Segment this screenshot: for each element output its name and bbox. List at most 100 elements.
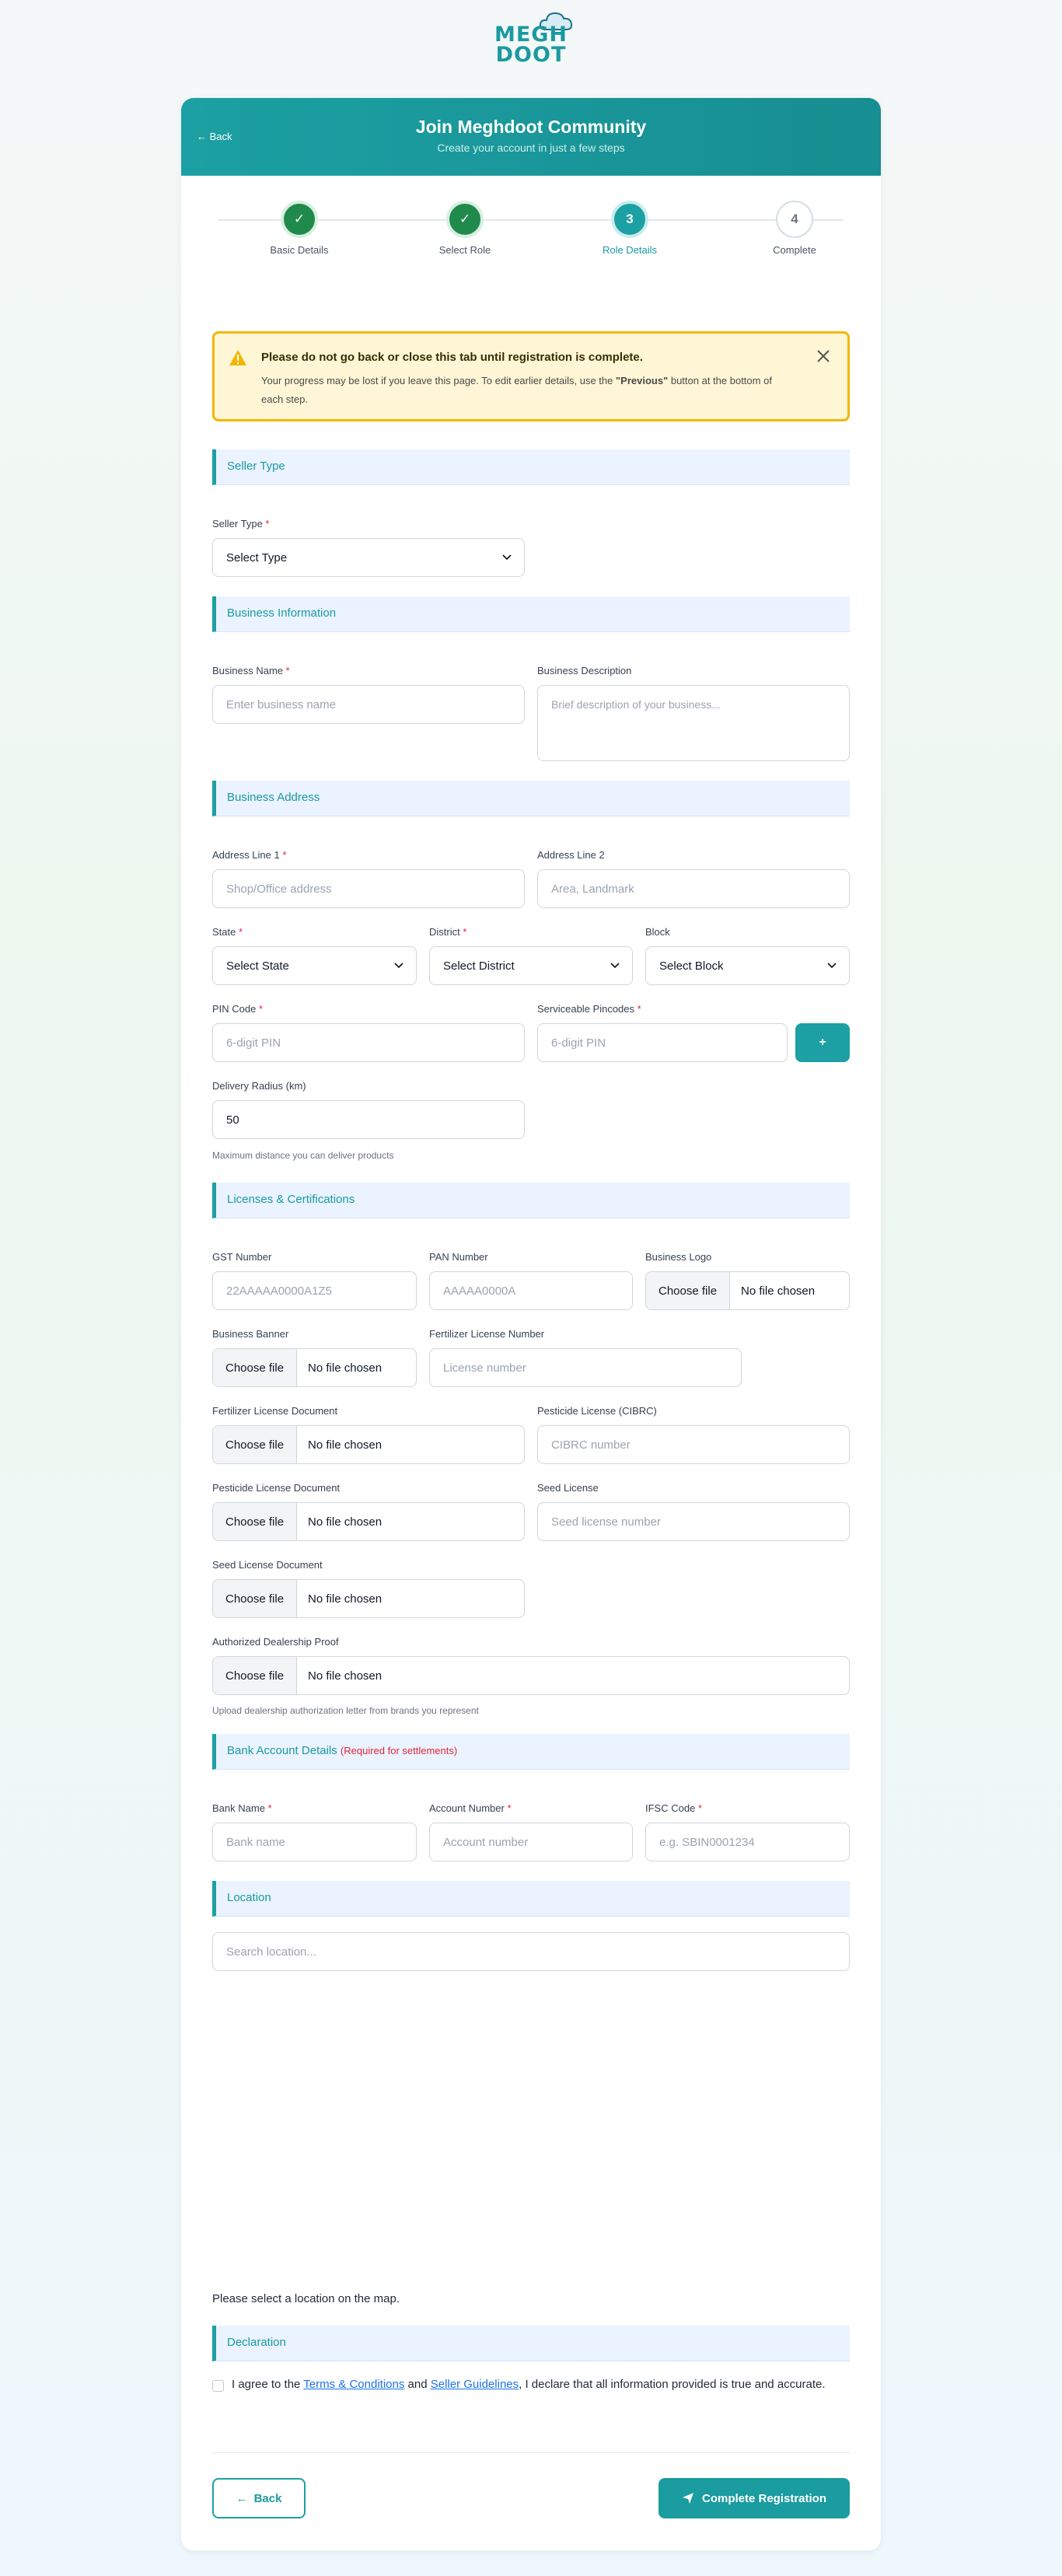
delivery-radius-hint: Maximum distance you can deliver product… [212, 1150, 394, 1161]
add-pincode-button[interactable]: + [795, 1023, 850, 1062]
gst-input[interactable]: 22AAAAA0000A1Z5 [212, 1271, 417, 1310]
step-label: Complete [773, 244, 816, 256]
chevron-down-icon [827, 963, 837, 969]
fertilizer-document-label: Fertilizer License Document [212, 1405, 338, 1417]
serviceable-pincodes-label: Serviceable Pincodes * [537, 1003, 641, 1015]
seller-type-select[interactable]: Select Type [212, 538, 525, 577]
section-title: Seller Type [227, 460, 285, 473]
business-description-textarea[interactable]: Brief description of your business... [537, 685, 850, 761]
complete-registration-button[interactable]: Complete Registration [659, 2478, 850, 2518]
fertilizer-document-file-input[interactable]: Choose file No file chosen [212, 1425, 525, 1464]
business-description-label: Business Description [537, 665, 632, 676]
terms-link[interactable]: Terms & Conditions [303, 2378, 404, 2391]
pesticide-license-input[interactable]: CIBRC number [537, 1425, 850, 1464]
meghdoot-logo: MEGH DOOT [482, 8, 580, 67]
location-search-input[interactable]: Search location... [212, 1932, 850, 1971]
back-button[interactable]: ← Back [212, 2478, 306, 2518]
business-name-input[interactable]: Enter business name [212, 685, 525, 724]
send-icon [682, 2493, 693, 2504]
section-title: Bank Account Details (Required for settl… [227, 1744, 457, 1757]
step-label: Basic Details [270, 244, 329, 256]
choose-file-button[interactable]: Choose file [213, 1426, 298, 1463]
choose-file-button[interactable]: Choose file [213, 1580, 298, 1617]
warning-alert: Please do not go back or close this tab … [212, 331, 850, 421]
dealership-proof-label: Authorized Dealership Proof [212, 1636, 339, 1648]
warning-icon [229, 350, 246, 365]
required-marker: * [282, 849, 287, 861]
select-value: Select Type [226, 551, 288, 564]
fertilizer-license-label: Fertilizer License Number [429, 1328, 545, 1340]
label-text: Business Name [212, 665, 284, 676]
required-marker: * [463, 926, 467, 938]
fertilizer-license-input[interactable]: License number [429, 1348, 742, 1387]
seed-document-file-input[interactable]: Choose file No file chosen [212, 1579, 525, 1618]
block-select[interactable]: Select Block [645, 946, 850, 985]
label-text: District [429, 926, 460, 938]
seller-type-label: Seller Type * [212, 518, 269, 530]
pan-label: PAN Number [429, 1251, 488, 1263]
step-role-details: 3 Role Details [583, 201, 676, 256]
delivery-radius-label: Delivery Radius (km) [212, 1080, 306, 1092]
dealership-proof-file-input[interactable]: Choose file No file chosen [212, 1656, 850, 1695]
business-banner-file-input[interactable]: Choose file No file chosen [212, 1348, 417, 1387]
seed-license-input[interactable]: Seed license number [537, 1502, 850, 1541]
section-bank-account: Bank Account Details (Required for settl… [212, 1734, 850, 1770]
pesticide-document-file-input[interactable]: Choose file No file chosen [212, 1502, 525, 1541]
state-label: State * [212, 926, 243, 938]
address-line2-label: Address Line 2 [537, 849, 605, 861]
section-business-address: Business Address [212, 781, 850, 816]
section-title: Business Address [227, 791, 320, 804]
select-value: Select Block [659, 959, 724, 973]
agree-checkbox[interactable] [212, 2380, 224, 2392]
section-business-information: Business Information [212, 596, 850, 632]
card-header: ← Back Join Meghdoot Community Create yo… [181, 98, 881, 176]
bank-name-input[interactable]: Bank name [212, 1823, 417, 1861]
declaration-text-part: and [404, 2378, 431, 2391]
required-marker: * [238, 926, 243, 938]
business-logo-file-input[interactable]: Choose file No file chosen [645, 1271, 850, 1310]
alert-text: Your progress may be lost if you leave t… [261, 372, 790, 409]
declaration-text: I agree to the Terms & Conditions and Se… [232, 2375, 838, 2394]
address-line1-input[interactable]: Shop/Office address [212, 869, 525, 908]
label-text: IFSC Code [645, 1802, 696, 1814]
delivery-radius-input[interactable]: 50 [212, 1100, 525, 1139]
gst-label: GST Number [212, 1251, 272, 1263]
choose-file-button[interactable]: Choose file [213, 1349, 298, 1386]
choose-file-button[interactable]: Choose file [646, 1272, 731, 1309]
address-line2-input[interactable]: Area, Landmark [537, 869, 850, 908]
file-status: No file chosen [308, 1361, 383, 1375]
section-declaration: Declaration [212, 2326, 850, 2361]
select-value: Select State [226, 959, 289, 973]
label-text: Bank Name [212, 1802, 265, 1814]
address-line1-label: Address Line 1 * [212, 849, 286, 861]
choose-file-button[interactable]: Choose file [213, 1657, 298, 1694]
step-label: Select Role [438, 244, 491, 256]
footer-divider [212, 2452, 850, 2453]
serviceable-pincode-input[interactable]: 6-digit PIN [537, 1023, 788, 1062]
section-title: Licenses & Certifications [227, 1193, 355, 1206]
required-marker: * [267, 1802, 272, 1814]
dealership-proof-hint: Upload dealership authorization letter f… [212, 1705, 479, 1716]
seller-guidelines-link[interactable]: Seller Guidelines [431, 2378, 519, 2391]
back-button-label: Back [253, 2491, 282, 2505]
seed-document-label: Seed License Document [212, 1559, 323, 1571]
bank-name-label: Bank Name * [212, 1802, 272, 1814]
state-select[interactable]: Select State [212, 946, 417, 985]
declaration-text-part: I agree to the [232, 2378, 304, 2391]
business-logo-label: Business Logo [645, 1251, 712, 1263]
district-select[interactable]: Select District [429, 946, 633, 985]
choose-file-button[interactable]: Choose file [213, 1503, 298, 1540]
label-text: PIN Code [212, 1003, 257, 1015]
step-basic-details: ✓ Basic Details [253, 201, 346, 256]
required-marker: * [697, 1802, 702, 1814]
ifsc-input[interactable]: e.g. SBIN0001234 [645, 1823, 850, 1861]
pin-code-label: PIN Code * [212, 1003, 263, 1015]
close-icon[interactable] [815, 348, 832, 365]
required-marker: * [259, 1003, 264, 1015]
logo-line-2: DOOT [495, 43, 567, 67]
account-number-input[interactable]: Account number [429, 1823, 633, 1861]
check-icon: ✓ [446, 201, 484, 238]
chevron-down-icon [610, 963, 620, 969]
pan-input[interactable]: AAAAA0000A [429, 1271, 633, 1310]
pin-code-input[interactable]: 6-digit PIN [212, 1023, 525, 1062]
